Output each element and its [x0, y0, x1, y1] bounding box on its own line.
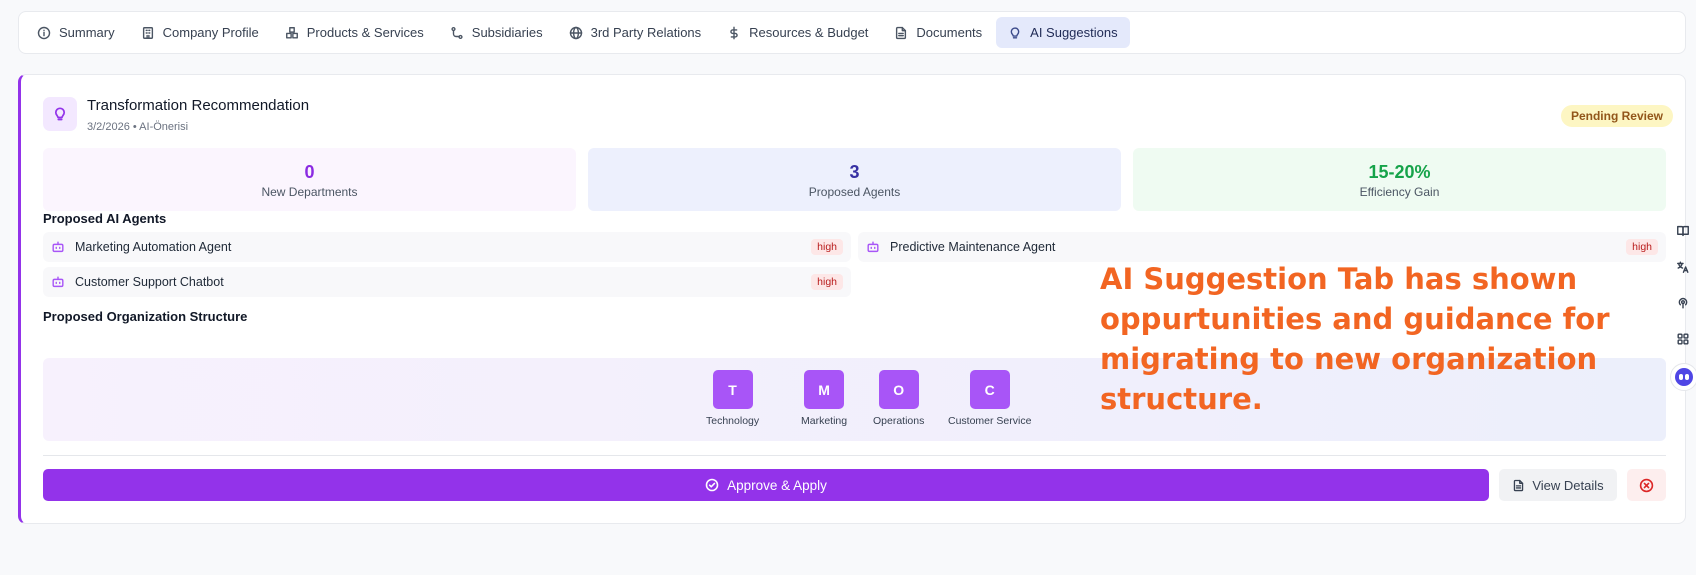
- stat-proposed-agents: 3 Proposed Agents: [588, 148, 1121, 211]
- priority-badge: high: [1626, 239, 1658, 255]
- priority-badge: high: [811, 239, 843, 255]
- recommendation-meta: 3/2/2026 • AI-Önerisi: [87, 121, 189, 133]
- view-details-label: View Details: [1532, 477, 1604, 493]
- org-unit-name: Customer Service: [948, 415, 1032, 427]
- bot-icon: [52, 276, 64, 288]
- reject-button[interactable]: [1627, 469, 1666, 501]
- tab-3rd-party-relations[interactable]: 3rd Party Relations: [557, 17, 714, 48]
- status-badge: Pending Review: [1560, 105, 1673, 127]
- tab-label: Products & Services: [306, 25, 424, 40]
- stat-new-departments: 0 New Departments: [43, 148, 576, 211]
- divider: [43, 455, 1666, 456]
- x-circle-icon: [1639, 478, 1654, 492]
- tab-label: Subsidiaries: [471, 25, 543, 40]
- side-rail: [1670, 219, 1696, 399]
- book-icon[interactable]: [1670, 219, 1696, 243]
- annotation-text: AI Suggestion Tab has shown oppurtunitie…: [1100, 262, 1610, 416]
- list-item[interactable]: Marketing Automation Agent high: [43, 232, 851, 262]
- org-unit: T Technology: [706, 370, 759, 427]
- org-unit-initial: C: [969, 370, 1010, 409]
- org-unit-initial: O: [878, 370, 919, 409]
- agent-name: Predictive Maintenance Agent: [890, 240, 1056, 254]
- globe-icon: [569, 26, 582, 39]
- check-circle-icon: [705, 478, 719, 492]
- tab-label: 3rd Party Relations: [590, 25, 702, 40]
- tab-summary[interactable]: Summary: [25, 17, 127, 48]
- tab-label: Company Profile: [162, 25, 259, 40]
- info-icon: [37, 26, 51, 39]
- document-icon: [896, 26, 907, 39]
- building-icon: [142, 26, 153, 39]
- org-heading: Proposed Organization Structure: [43, 309, 248, 324]
- stat-label: New Departments: [261, 184, 358, 199]
- list-item[interactable]: Customer Support Chatbot high: [43, 267, 851, 297]
- bot-icon: [52, 241, 64, 253]
- tab-label: AI Suggestions: [1030, 25, 1118, 40]
- stat-label: Efficiency Gain: [1359, 184, 1440, 199]
- org-unit-name: Marketing: [801, 415, 848, 427]
- view-details-button[interactable]: View Details: [1499, 469, 1617, 501]
- org-unit-initial: M: [804, 370, 845, 409]
- list-item[interactable]: Predictive Maintenance Agent high: [858, 232, 1666, 262]
- org-unit: O Operations: [873, 370, 924, 427]
- org-unit-name: Technology: [706, 415, 760, 427]
- lightbulb-icon: [1010, 26, 1020, 39]
- stat-value: 15-20%: [1368, 161, 1431, 182]
- bot-icon: [867, 241, 879, 253]
- boxes-icon: [285, 26, 298, 39]
- stat-value: 3: [849, 161, 860, 182]
- tab-label: Documents: [916, 25, 983, 40]
- broadcast-icon[interactable]: [1670, 291, 1696, 315]
- stat-value: 0: [304, 161, 315, 182]
- agent-name: Customer Support Chatbot: [75, 275, 224, 289]
- assistant-avatar-icon[interactable]: [1670, 363, 1696, 391]
- tab-ai-suggestions[interactable]: AI Suggestions: [996, 17, 1130, 48]
- tab-company-profile[interactable]: Company Profile: [129, 17, 271, 48]
- tab-products-services[interactable]: Products & Services: [273, 17, 436, 48]
- dollar-icon: [730, 26, 738, 39]
- tab-subsidiaries[interactable]: Subsidiaries: [438, 17, 555, 48]
- apps-grid-icon[interactable]: [1670, 327, 1696, 351]
- document-icon: [1514, 479, 1524, 491]
- tab-label: Resources & Budget: [749, 25, 869, 40]
- approve-label: Approve & Apply: [727, 477, 827, 493]
- stat-label: Proposed Agents: [808, 184, 901, 199]
- tab-resources-budget[interactable]: Resources & Budget: [715, 17, 880, 48]
- agent-name: Marketing Automation Agent: [75, 240, 232, 254]
- stat-efficiency-gain: 15-20% Efficiency Gain: [1133, 148, 1666, 211]
- tab-label: Summary: [59, 25, 115, 40]
- org-unit: C Customer Service: [948, 370, 1031, 427]
- tab-documents[interactable]: Documents: [882, 17, 994, 48]
- recommendation-title: Transformation Recommendation: [87, 97, 310, 114]
- approve-apply-button[interactable]: Approve & Apply: [43, 469, 1489, 501]
- agents-heading: Proposed AI Agents: [43, 211, 167, 226]
- org-unit: M Marketing: [801, 370, 847, 427]
- tabs-bar: Summary Company Profile Products & Servi…: [18, 11, 1686, 54]
- branch-icon: [451, 26, 463, 39]
- org-unit-initial: T: [712, 370, 753, 409]
- translate-icon[interactable]: [1670, 255, 1696, 279]
- priority-badge: high: [811, 274, 843, 290]
- lightbulb-icon: [43, 97, 77, 131]
- org-unit-name: Operations: [873, 415, 925, 427]
